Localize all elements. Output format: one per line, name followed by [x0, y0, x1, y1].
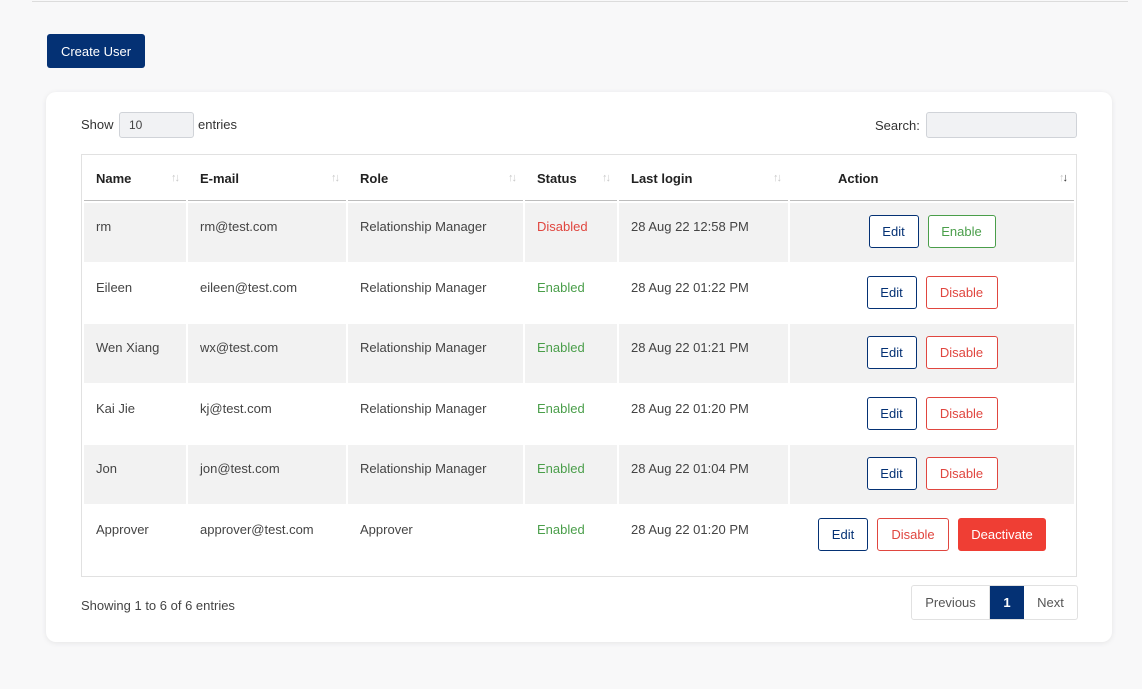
cell-name: Wen Xiang	[84, 324, 186, 383]
cell-email: wx@test.com	[188, 324, 346, 383]
cell-role: Relationship Manager	[348, 445, 523, 504]
disable-button[interactable]: Disable	[877, 517, 949, 551]
show-label: Show	[81, 117, 114, 132]
edit-button[interactable]: Edit	[868, 215, 919, 248]
cell-role: Relationship Manager	[348, 384, 523, 443]
cell-actions: Edit Disable	[790, 445, 1074, 504]
users-table: Name ↑↓ E-mail ↑↓ Role ↑↓ Status ↑↓ Last log…	[81, 154, 1077, 577]
cell-email: approver@test.com	[188, 505, 346, 564]
cell-role: Approver	[348, 505, 523, 564]
search-label: Search:	[875, 118, 920, 133]
cell-actions: Edit Disable	[790, 263, 1074, 322]
deactivate-button[interactable]: Deactivate	[958, 517, 1046, 551]
cell-status: Enabled	[525, 505, 617, 564]
disable-button[interactable]: Disable	[925, 457, 998, 490]
table-row: Wen Xiang wx@test.com Relationship Manag…	[84, 324, 1074, 383]
cell-actions: Edit Disable	[790, 324, 1074, 383]
search-input[interactable]	[926, 112, 1077, 138]
disable-button[interactable]: Disable	[925, 275, 998, 309]
cell-name: Eileen	[84, 263, 186, 322]
entries-label: entries	[198, 117, 238, 132]
edit-button[interactable]: Edit	[818, 517, 868, 551]
cell-role: Relationship Manager	[348, 324, 523, 383]
cell-email: kj@test.com	[188, 384, 346, 443]
sort-icon: ↑↓	[602, 172, 611, 184]
column-header-name[interactable]: Name ↑↓	[84, 157, 186, 201]
table-row: Jon jon@test.com Relationship Manager En…	[84, 445, 1074, 504]
cell-status: Enabled	[525, 324, 617, 383]
table-info: Showing 1 to 6 of 6 entries	[81, 598, 235, 613]
cell-actions: Edit Disable	[790, 384, 1074, 443]
cell-name: Jon	[84, 445, 186, 504]
cell-last-login: 28 Aug 22 01:22 PM	[619, 263, 788, 322]
sort-desc-icon: ↑↓	[1059, 172, 1068, 184]
table-row: Approver approver@test.com Approver Enab…	[84, 505, 1074, 564]
cell-name: rm	[84, 203, 186, 262]
previous-page-button[interactable]: Previous	[912, 586, 990, 619]
create-user-button[interactable]: Create User	[47, 34, 145, 68]
sort-icon: ↑↓	[773, 172, 782, 184]
sort-icon: ↑↓	[508, 172, 517, 184]
sort-icon: ↑↓	[171, 172, 180, 184]
cell-actions: Edit Disable Deactivate	[790, 505, 1074, 564]
column-header-action[interactable]: Action ↑↓	[790, 157, 1074, 201]
column-header-email[interactable]: E-mail ↑↓	[188, 157, 346, 201]
edit-button[interactable]: Edit	[866, 396, 917, 430]
edit-button[interactable]: Edit	[866, 457, 917, 490]
table-row: Kai Jie kj@test.com Relationship Manager…	[84, 384, 1074, 443]
cell-last-login: 28 Aug 22 01:20 PM	[619, 505, 788, 564]
cell-email: rm@test.com	[188, 203, 346, 262]
cell-name: Approver	[84, 505, 186, 564]
cell-email: jon@test.com	[188, 445, 346, 504]
disable-button[interactable]: Disable	[925, 336, 998, 369]
cell-email: eileen@test.com	[188, 263, 346, 322]
users-table-card: Show 10 entries Search: Name ↑↓ E-mail ↑↓ …	[46, 92, 1112, 642]
enable-button[interactable]: Enable	[927, 215, 996, 248]
top-divider	[32, 0, 1128, 2]
edit-button[interactable]: Edit	[866, 275, 917, 309]
column-header-status[interactable]: Status ↑↓	[525, 157, 617, 201]
entries-per-page-select[interactable]: 10	[119, 112, 194, 138]
disable-button[interactable]: Disable	[925, 396, 998, 430]
edit-button[interactable]: Edit	[866, 336, 917, 369]
column-header-last-login[interactable]: Last login ↑↓	[619, 157, 788, 201]
cell-last-login: 28 Aug 22 12:58 PM	[619, 203, 788, 262]
cell-role: Relationship Manager	[348, 263, 523, 322]
cell-status: Enabled	[525, 384, 617, 443]
column-header-role[interactable]: Role ↑↓	[348, 157, 523, 201]
cell-role: Relationship Manager	[348, 203, 523, 262]
cell-actions: Edit Enable	[790, 203, 1074, 262]
cell-last-login: 28 Aug 22 01:21 PM	[619, 324, 788, 383]
cell-last-login: 28 Aug 22 01:20 PM	[619, 384, 788, 443]
pagination: Previous 1 Next	[911, 585, 1078, 620]
cell-status: Enabled	[525, 445, 617, 504]
next-page-button[interactable]: Next	[1024, 586, 1077, 619]
table-header-row: Name ↑↓ E-mail ↑↓ Role ↑↓ Status ↑↓ Last log…	[84, 157, 1074, 201]
page-1-button[interactable]: 1	[990, 586, 1024, 619]
cell-name: Kai Jie	[84, 384, 186, 443]
table-row: rm rm@test.com Relationship Manager Disa…	[84, 203, 1074, 262]
table-row: Eileen eileen@test.com Relationship Mana…	[84, 263, 1074, 322]
sort-icon: ↑↓	[331, 172, 340, 184]
cell-last-login: 28 Aug 22 01:04 PM	[619, 445, 788, 504]
cell-status: Enabled	[525, 263, 617, 322]
cell-status: Disabled	[525, 203, 617, 262]
